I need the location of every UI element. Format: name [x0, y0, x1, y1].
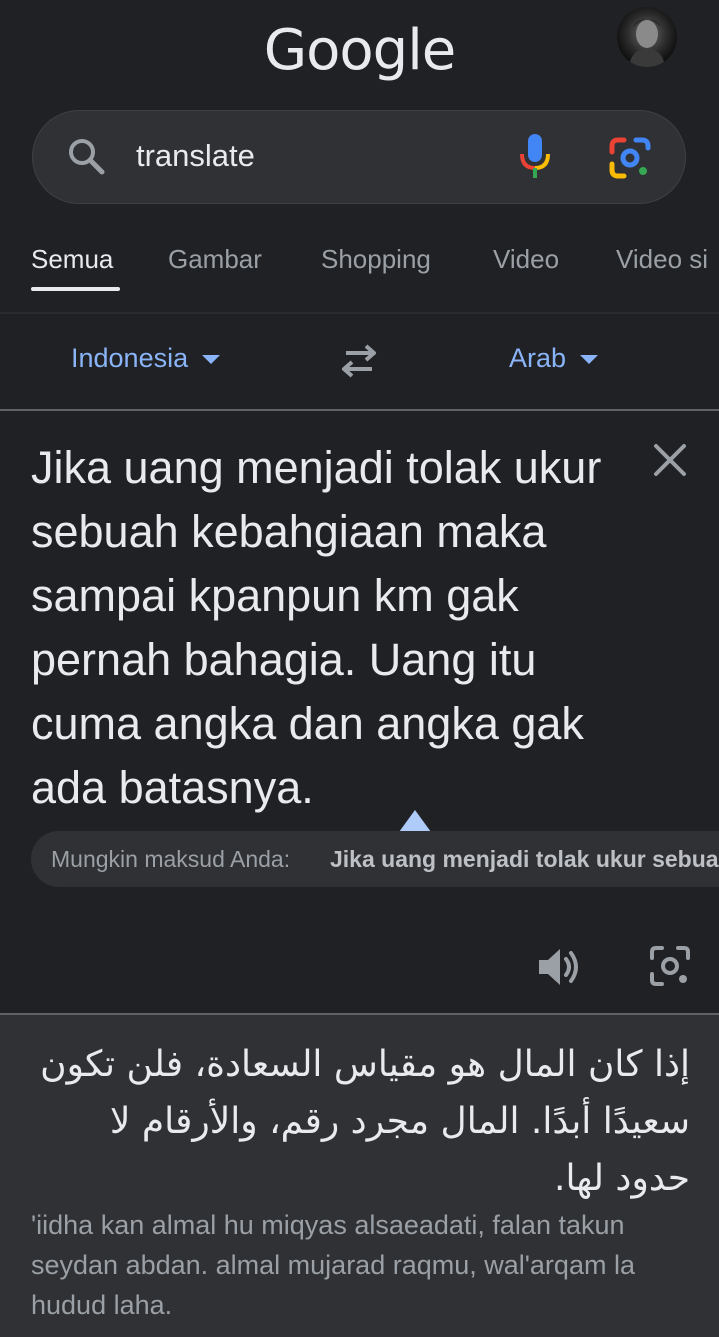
- tabs-divider: [0, 312, 719, 314]
- account-avatar[interactable]: [617, 7, 677, 67]
- speaker-icon[interactable]: [536, 946, 582, 988]
- clear-text-icon[interactable]: [652, 442, 688, 478]
- search-icon[interactable]: [66, 136, 106, 176]
- did-you-mean-chip[interactable]: Mungkin maksud Anda: Jika uang menjadi t…: [31, 831, 719, 887]
- swap-languages-icon[interactable]: [338, 343, 380, 379]
- google-lens-icon[interactable]: [608, 136, 652, 180]
- tab-semua[interactable]: Semua: [31, 244, 113, 275]
- search-bar[interactable]: [32, 110, 686, 204]
- active-tab-indicator: [31, 287, 120, 291]
- did-you-mean-prefix: Mungkin maksud Anda:: [51, 846, 291, 872]
- camera-translate-icon[interactable]: [648, 944, 692, 988]
- tab-video-singkat[interactable]: Video si: [616, 244, 708, 275]
- tab-shopping[interactable]: Shopping: [321, 244, 431, 275]
- translated-text: إذا كان المال هو مقياس السعادة، فلن تكون…: [40, 1044, 690, 1199]
- target-language-label: Arab: [509, 343, 567, 373]
- did-you-mean-suggestion[interactable]: Jika uang menjadi tolak ukur sebuah: [330, 846, 719, 873]
- source-language-select[interactable]: Indonesia: [71, 343, 221, 374]
- tab-video[interactable]: Video: [493, 244, 559, 275]
- search-input[interactable]: translate: [136, 138, 255, 174]
- target-language-select[interactable]: Arab: [509, 343, 599, 374]
- avatar-image: [629, 19, 665, 67]
- google-logo[interactable]: Google: [0, 18, 719, 83]
- dropdown-caret-icon: [202, 355, 221, 365]
- source-text-input[interactable]: Jika uang menjadi tolak ukur sebuah keba…: [31, 436, 611, 820]
- microphone-icon[interactable]: [516, 132, 554, 180]
- tab-gambar[interactable]: Gambar: [168, 244, 262, 275]
- language-divider: [0, 409, 719, 411]
- dropdown-caret-icon: [580, 355, 599, 365]
- source-language-label: Indonesia: [71, 343, 189, 373]
- transliteration-text: 'iidha kan almal hu miqyas alsaeadati, f…: [31, 1210, 635, 1320]
